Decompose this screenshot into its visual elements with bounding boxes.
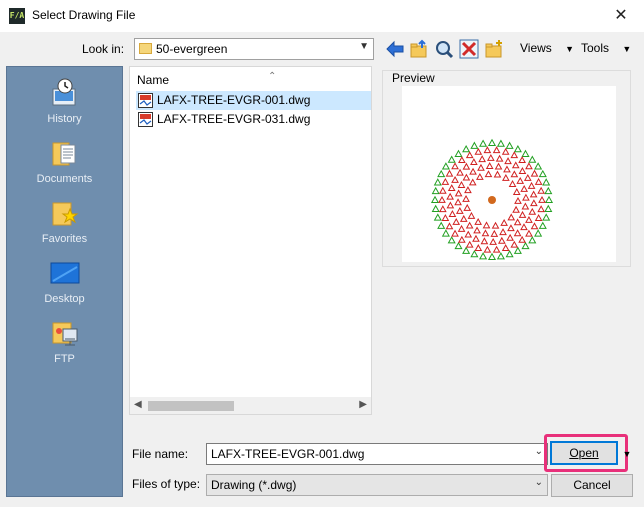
drawing-preview (402, 86, 616, 262)
chevron-down-icon: ⌄ (534, 477, 543, 488)
chevron-down-icon: ▼ (359, 41, 369, 52)
history-icon (52, 78, 75, 106)
look-in-dropdown[interactable]: 50-evergreen ▼ (134, 38, 374, 60)
files-of-type-label: Files of type: (132, 477, 201, 491)
chevron-down-icon[interactable]: ⌄ (535, 446, 543, 457)
folder-icon (139, 43, 152, 54)
places-bar: History Documents Favorites Desktop FTP (6, 66, 123, 497)
scroll-left-icon[interactable]: ◀ (134, 399, 142, 410)
favorites-icon (52, 202, 78, 226)
open-button[interactable]: Open (550, 441, 618, 465)
sort-caret-icon: ⌃ (268, 71, 277, 82)
ftp-icon (52, 322, 77, 346)
file-name-label: File name: (132, 447, 189, 461)
back-arrow-icon[interactable] (384, 38, 406, 60)
open-options-dropdown[interactable]: ▼ (621, 443, 633, 465)
documents-icon (52, 142, 75, 166)
file-name-input[interactable]: LAFX-TREE-EVGR-001.dwg ⌄ (206, 443, 548, 465)
look-in-value: 50-evergreen (156, 42, 228, 56)
views-menu[interactable]: Views ▼ (520, 41, 574, 55)
up-folder-icon[interactable] (408, 38, 430, 60)
window-title: Select Drawing File (32, 8, 136, 22)
tools-menu[interactable]: Tools ▼ (581, 41, 631, 55)
scroll-right-icon[interactable]: ▶ (359, 399, 367, 410)
dwg-file-icon (138, 112, 153, 127)
file-name: LAFX-TREE-EVGR-001.dwg (157, 93, 311, 107)
file-list[interactable]: ⌃ Name LAFX-TREE-EVGR-001.dwg LAFX-TREE-… (129, 66, 372, 415)
views-label: Views (520, 41, 552, 55)
places-documents[interactable]: Documents (7, 137, 122, 185)
horizontal-scrollbar[interactable]: ◀ ▶ (130, 397, 371, 414)
delete-icon[interactable] (458, 38, 480, 60)
file-name: LAFX-TREE-EVGR-031.dwg (157, 112, 311, 126)
search-web-icon[interactable] (433, 38, 455, 60)
files-of-type-dropdown[interactable]: Drawing (*.dwg) ⌄ (206, 474, 548, 496)
dwg-file-icon (138, 93, 153, 108)
places-favorites[interactable]: Favorites (7, 197, 122, 245)
file-row[interactable]: LAFX-TREE-EVGR-001.dwg (136, 91, 371, 110)
cancel-button[interactable]: Cancel (551, 474, 633, 497)
file-row[interactable]: LAFX-TREE-EVGR-031.dwg (136, 110, 371, 129)
look-in-label: Look in: (82, 42, 125, 56)
scrollbar-thumb[interactable] (148, 401, 234, 411)
files-of-type-value: Drawing (*.dwg) (211, 478, 297, 492)
file-name-value: LAFX-TREE-EVGR-001.dwg (211, 447, 365, 461)
preview-label: Preview (390, 71, 437, 85)
chevron-down-icon: ▼ (565, 44, 575, 54)
close-button[interactable]: ✕ (598, 0, 644, 32)
desktop-icon (50, 262, 79, 284)
places-desktop[interactable]: Desktop (7, 257, 122, 305)
name-column-header[interactable]: ⌃ Name (137, 71, 276, 87)
places-ftp[interactable]: FTP (7, 317, 122, 365)
new-folder-icon[interactable] (483, 38, 505, 60)
chevron-down-icon: ▼ (622, 44, 632, 54)
places-history[interactable]: History (7, 77, 122, 125)
tree-symbol-preview-image (430, 138, 554, 261)
autocad-app-icon: F/A (9, 8, 25, 24)
tools-label: Tools (581, 41, 610, 55)
